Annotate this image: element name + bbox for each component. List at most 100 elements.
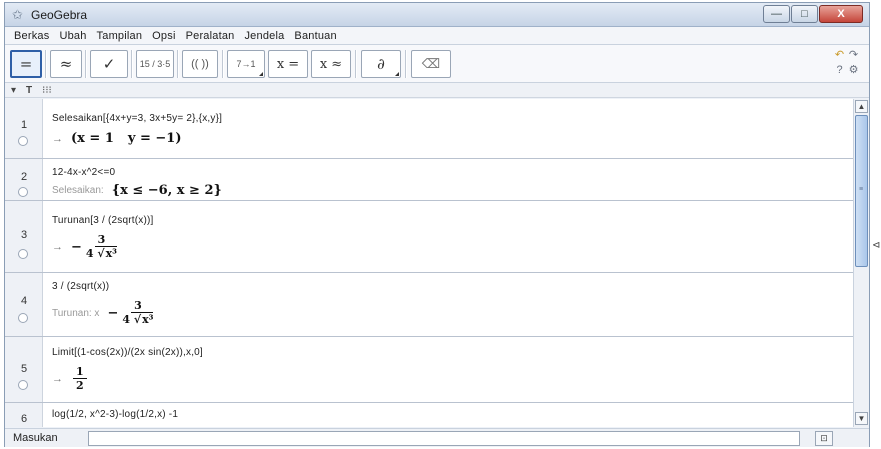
menu-berkas[interactable]: Berkas [9,30,54,42]
solve-numeric-tool[interactable]: x ≈ [311,50,351,78]
toolbar-divider [131,50,133,78]
checkmark-icon: ✓ [102,55,116,73]
cas-output: → ( x = 1 y = −1 ) [52,131,182,146]
row-header: 4 [5,273,43,336]
cas-style-bar: ▾ T ⁝⁝⁝ [5,83,869,98]
cas-row[interactable]: 3 Turunan[3 / (2sqrt(x))] → − 3 4 √x³ [5,201,853,273]
cas-row[interactable]: 5 Limit[(1-cos(2x))/(2x sin(2x)),x,0] → … [5,337,853,403]
row-header: 5 [5,337,43,402]
result-arrow: → [52,241,63,253]
keep-input-tool[interactable]: ✓ [90,50,128,78]
text-style-button[interactable]: T [26,85,32,96]
output-toggle-radio[interactable] [18,187,28,197]
undo-icon[interactable]: ↶ [833,49,846,62]
keyboard-icon[interactable]: ⊡ [815,431,833,446]
cas-input[interactable]: Turunan[3 / (2sqrt(x))] [52,215,153,226]
row-header: 1 [5,99,43,158]
scroll-thumb[interactable]: ≡ [855,115,868,267]
menu-bantuan[interactable]: Bantuan [289,30,341,42]
fraction: 3 4 √x³ [122,299,154,326]
cas-output: → − 3 4 √x³ [52,233,118,260]
row-header: 2 [5,159,43,200]
toolbar-divider [222,50,224,78]
dropdown-triangle-icon [259,72,263,76]
cas-input[interactable]: 12-4x-x^2<=0 [52,167,115,178]
scroll-down-button[interactable]: ▼ [855,412,868,425]
output-label: Selesaikan: [52,185,104,196]
factor-tool[interactable]: 15 / 3·5 [136,50,174,78]
table-style-icon[interactable]: ⁝⁝⁝ [42,85,52,96]
solve-tool[interactable]: x = [268,50,308,78]
solve-icon: x = [276,56,300,72]
cas-output: → 1 2 [52,365,87,393]
cas-input[interactable]: 3 / (2sqrt(x)) [52,281,109,292]
row-header: 3 [5,201,43,272]
help-icon[interactable]: ? [833,64,846,77]
eraser-icon: ⌫ [421,56,441,72]
fraction: 3 4 √x³ [85,233,118,260]
cas-input[interactable]: log(1/2, x^2-3)-log(1/2,x) -1 [52,409,178,420]
evaluate-tool[interactable]: = [10,50,42,78]
cas-output: Selesaikan: {x ≤ −6, x ≥ 2} [52,183,222,198]
cas-row[interactable]: 1 Selesaikan[{4x+y=3, 3x+5y= 2},{x,y}] →… [5,99,853,159]
input-field[interactable] [88,431,800,446]
side-panel-toggle-icon[interactable]: ⊲ [872,240,880,251]
menu-tampilan[interactable]: Tampilan [92,30,148,42]
toolbar-divider [85,50,87,78]
geogebra-window: ✩ GeoGebra — □ X Berkas Ubah Tampilan Op… [4,2,870,447]
redo-icon[interactable]: ↷ [847,49,860,62]
output-toggle-radio[interactable] [18,313,28,323]
row-number: 1 [20,119,28,131]
window-title: GeoGebra [31,8,88,22]
expand-tool[interactable]: (( )) [182,50,218,78]
toolbar-actions: ↶ ↷ ? ⚙ [833,49,859,79]
input-label: Masukan [13,432,58,444]
title-bar[interactable]: ✩ GeoGebra — □ X [5,3,869,27]
toolbar-divider [177,50,179,78]
output-toggle-radio[interactable] [18,136,28,146]
row-number: 3 [20,229,28,241]
row-number: 4 [20,295,28,307]
collapse-chevron-icon[interactable]: ▾ [11,85,16,96]
menu-jendela[interactable]: Jendela [239,30,289,42]
numeric-tool[interactable]: ≈ [50,50,82,78]
settings-gear-icon[interactable]: ⚙ [847,64,860,77]
toolbar-divider [355,50,357,78]
maximize-button[interactable]: □ [791,5,818,23]
output-label: Turunan: x [52,307,100,319]
cas-row[interactable]: 4 3 / (2sqrt(x)) Turunan: x − 3 4 √x³ [5,273,853,337]
output-x: x = 1 [77,131,114,146]
close-button[interactable]: X [819,5,863,23]
cas-view: 1 Selesaikan[{4x+y=3, 3x+5y= 2},{x,y}] →… [5,99,853,427]
solve-numeric-icon: x ≈ [319,56,343,72]
cas-output: Turunan: x − 3 4 √x³ [52,299,154,326]
menu-peralatan[interactable]: Peralatan [181,30,240,42]
output-y: y = −1 [127,131,176,146]
toolbar-divider [45,50,47,78]
delete-tool[interactable]: ⌫ [411,50,451,78]
menu-opsi[interactable]: Opsi [147,30,180,42]
menu-ubah[interactable]: Ubah [54,30,91,42]
row-number: 5 [20,363,28,375]
approx-icon: ≈ [59,55,73,73]
output-toggle-radio[interactable] [18,249,28,259]
result-arrow: → [52,373,63,385]
row-number: 6 [20,413,28,425]
cas-row[interactable]: 6 log(1/2, x^2-3)-log(1/2,x) -1 [5,403,853,427]
row-header: 6 [5,403,43,427]
scroll-up-button[interactable]: ▲ [855,100,868,113]
menu-bar: Berkas Ubah Tampilan Opsi Peralatan Jend… [5,27,869,45]
cas-input[interactable]: Limit[(1-cos(2x))/(2x sin(2x)),x,0] [52,347,203,358]
toolbar-divider [405,50,407,78]
factor-icon: 15 / 3·5 [139,59,171,69]
derivative-tool[interactable]: ∂ [361,50,401,78]
minimize-button[interactable]: — [763,5,790,23]
substitute-tool[interactable]: 7→1 [227,50,265,78]
fraction: 1 2 [73,365,87,393]
output-toggle-radio[interactable] [18,380,28,390]
vertical-scrollbar[interactable]: ▲ ≡ ▼ [853,99,869,427]
cas-row[interactable]: 2 12-4x-x^2<=0 Selesaikan: {x ≤ −6, x ≥ … [5,159,853,201]
input-bar: Masukan ⊡ [5,428,869,447]
cas-input[interactable]: Selesaikan[{4x+y=3, 3x+5y= 2},{x,y}] [52,113,222,124]
cas-toolbar: = ≈ ✓ 15 / 3·5 (( )) 7→1 x = x ≈ ∂ ⌫ ↶ ↷… [5,45,869,83]
